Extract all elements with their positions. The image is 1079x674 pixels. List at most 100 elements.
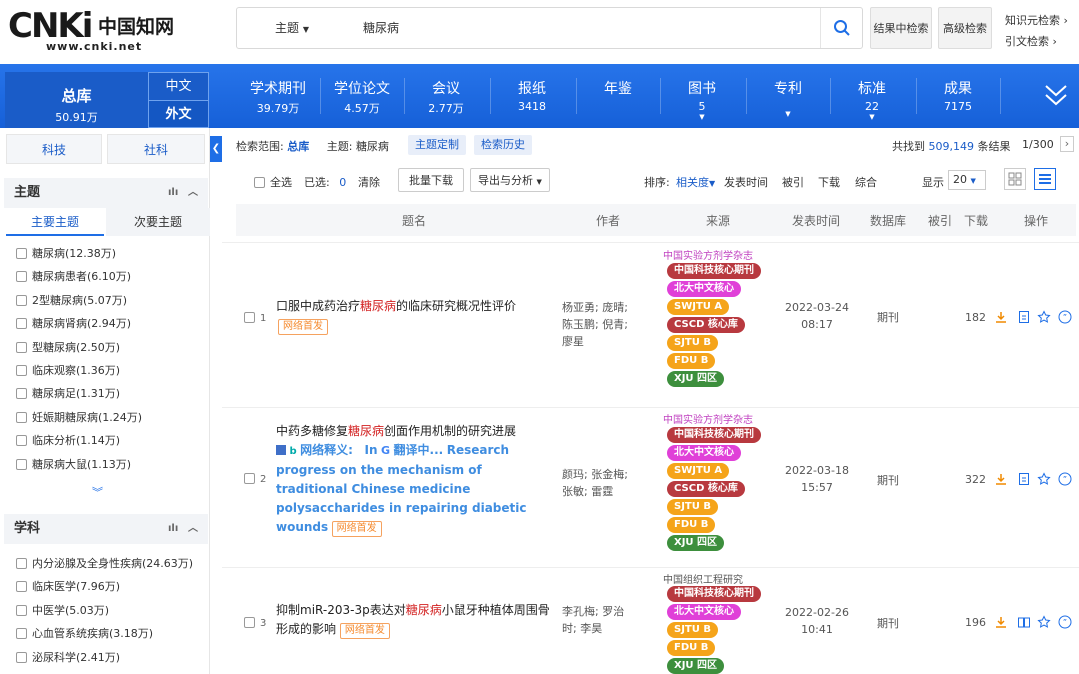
checkbox[interactable]	[16, 628, 27, 640]
topic-facet-item[interactable]: 糖尿病足(1.31万)	[16, 386, 120, 402]
discipline-facet-item[interactable]: 中医学(5.03万)	[16, 603, 109, 619]
tab-theses[interactable]: 学位论文 4.57万	[320, 64, 404, 128]
sort-comprehensive[interactable]: 综合	[855, 174, 877, 190]
sort-downloads[interactable]: 下载	[818, 174, 840, 190]
result-authors[interactable]: 李孔梅; 罗治时; 李昊	[562, 603, 632, 637]
knowledge-search-link[interactable]: 知识元检索 ›	[1005, 12, 1068, 28]
search-in-results-button[interactable]: 结果中检索	[870, 7, 932, 49]
result-source[interactable]: 中国组织工程研究	[663, 571, 773, 586]
checkbox[interactable]	[16, 341, 27, 353]
checkbox[interactable]	[16, 651, 27, 663]
topic-facet-item[interactable]: 糖尿病(12.38万)	[16, 246, 116, 262]
row-checkbox[interactable]: 1	[244, 311, 266, 324]
topic-facet-item[interactable]: 型糖尿病(2.50万)	[16, 340, 120, 356]
list-view-icon[interactable]	[1034, 168, 1056, 190]
checkbox[interactable]	[16, 458, 27, 470]
row-checkbox[interactable]: 2	[244, 472, 266, 485]
topic-facet-item[interactable]: 2型糖尿病(5.07万)	[16, 293, 127, 309]
quote-icon[interactable]: ”	[1058, 310, 1072, 324]
checkbox[interactable]	[16, 604, 27, 616]
tab-sub-topic[interactable]: 次要主题	[106, 208, 210, 236]
result-title[interactable]: 口服中成药治疗糖尿病的临床研究概况性评价	[276, 297, 546, 316]
next-page-button[interactable]: ›	[1060, 136, 1074, 152]
grid-view-icon[interactable]	[1004, 168, 1026, 190]
chart-icon[interactable]: ılı	[168, 178, 178, 208]
discipline-facet-item[interactable]: 泌尿科学(2.41万)	[16, 650, 120, 666]
citation-search-link[interactable]: 引文检索 ›	[1005, 33, 1057, 49]
advanced-search-button[interactable]: 高级检索	[938, 7, 992, 49]
tab-chinese[interactable]: 中文	[148, 72, 209, 100]
sort-cited[interactable]: 被引	[782, 174, 804, 190]
discipline-facet-item[interactable]: 心血管系统疾病(3.18万)	[16, 626, 153, 642]
tab-total[interactable]: 总库 50.91万	[5, 72, 148, 128]
result-authors[interactable]: 杨亚勇; 庞晴; 陈玉鹏; 倪青; 廖星	[562, 299, 632, 350]
result-downloads[interactable]: 182	[956, 311, 986, 324]
result-title[interactable]: 中药多糖修复糖尿病创面作用机制的研究进展	[276, 422, 546, 441]
checkbox[interactable]	[16, 294, 27, 306]
expand-more-icon[interactable]: ︾	[92, 484, 103, 500]
clear-selection-link[interactable]: 清除	[358, 174, 380, 190]
select-all-checkbox[interactable]: 全选	[254, 174, 292, 190]
checkbox[interactable]	[16, 411, 27, 423]
sort-date[interactable]: 发表时间	[724, 174, 768, 190]
cnki-logo[interactable]: CNKi 中国知网 www.cnki.net	[6, 6, 174, 54]
result-authors[interactable]: 颜玛; 张金梅; 张敏; 雷霆	[562, 466, 632, 500]
discipline-facet-item[interactable]: 内分泌腺及全身性疾病(24.63万)	[16, 556, 193, 572]
result-downloads[interactable]: 322	[956, 473, 986, 486]
checkbox[interactable]	[16, 581, 27, 593]
search-history-button[interactable]: 检索历史	[474, 135, 532, 155]
topic-facet-item[interactable]: 妊娠期糖尿病(1.24万)	[16, 410, 142, 426]
search-input[interactable]: 糖尿病	[349, 8, 819, 48]
search-type-select[interactable]: 主题 ▼	[237, 8, 347, 48]
result-source[interactable]: 中国实验方剂学杂志	[663, 411, 773, 426]
checkbox[interactable]	[16, 365, 27, 376]
tab-newspaper[interactable]: 报纸 3418	[490, 64, 574, 128]
row-checkbox[interactable]: 3	[244, 616, 266, 629]
html-read-icon[interactable]	[1017, 310, 1031, 324]
result-title[interactable]: 抑制miR-203-3p表达对糖尿病小鼠牙种植体周围骨形成的影响 网络首发	[276, 601, 551, 639]
checkbox[interactable]	[16, 558, 27, 569]
search-button[interactable]	[820, 8, 862, 48]
page-size-select[interactable]: 20 ▼	[948, 170, 986, 190]
result-source[interactable]: 中国实验方剂学杂志	[663, 247, 773, 262]
topic-facet-item[interactable]: 糖尿病肾病(2.94万)	[16, 316, 131, 332]
download-icon[interactable]	[994, 615, 1008, 629]
star-icon[interactable]	[1037, 310, 1051, 324]
topic-facet-item[interactable]: 糖尿病大鼠(1.13万)	[16, 457, 131, 473]
chart-icon[interactable]: ılı	[168, 514, 178, 544]
tab-achievements[interactable]: 成果 7175	[916, 64, 1000, 128]
checkbox[interactable]	[16, 388, 27, 400]
checkbox[interactable]	[16, 435, 27, 447]
scope-value[interactable]: 总库	[287, 140, 309, 153]
expand-nav-icon[interactable]	[1044, 82, 1068, 111]
export-analysis-button[interactable]: 导出与分析 ▼	[470, 168, 550, 192]
tab-conference[interactable]: 会议 2.77万	[404, 64, 488, 128]
tab-yearbook[interactable]: 年鉴	[576, 64, 660, 128]
tab-standards[interactable]: 标准 22 ▼	[830, 64, 914, 128]
star-icon[interactable]	[1037, 472, 1051, 486]
discipline-section-header[interactable]: 学科 ılı ︿	[4, 514, 208, 544]
html-read-icon[interactable]	[1017, 472, 1031, 486]
collapse-sidebar-button[interactable]: ❮	[210, 136, 222, 162]
result-downloads[interactable]: 196	[956, 616, 986, 629]
batch-download-button[interactable]: 批量下载	[398, 168, 464, 192]
tab-books[interactable]: 图书 5 ▼	[660, 64, 744, 128]
download-icon[interactable]	[994, 472, 1008, 486]
discipline-facet-item[interactable]: 临床医学(7.96万)	[16, 579, 120, 595]
tab-sci-tech[interactable]: 科技	[6, 134, 102, 164]
checkbox[interactable]	[16, 248, 27, 259]
sort-relevance[interactable]: 相关度▼	[676, 174, 715, 190]
book-read-icon[interactable]	[1017, 615, 1031, 629]
download-icon[interactable]	[994, 310, 1008, 324]
tab-journals[interactable]: 学术期刊 39.79万	[236, 64, 320, 128]
tab-main-topic[interactable]: 主要主题	[6, 208, 104, 236]
checkbox[interactable]	[16, 318, 27, 330]
tab-foreign[interactable]: 外文	[148, 100, 209, 128]
topic-facet-item[interactable]: 临床观察(1.36万)	[16, 363, 120, 379]
quote-icon[interactable]: ”	[1058, 615, 1072, 629]
chevron-up-icon[interactable]: ︿	[188, 178, 198, 208]
tab-patents[interactable]: 专利 ▼	[746, 64, 830, 128]
topic-customize-button[interactable]: 主题定制	[408, 135, 466, 155]
tab-social-sci[interactable]: 社科	[107, 134, 205, 164]
topic-facet-item[interactable]: 糖尿病患者(6.10万)	[16, 269, 131, 285]
